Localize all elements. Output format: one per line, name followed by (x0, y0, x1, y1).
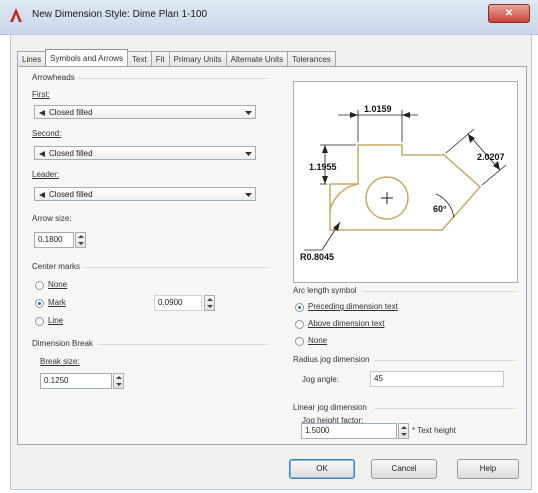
arrowhead-right-bottom-icon (493, 161, 500, 170)
dim-top-text: 1.0159 (364, 104, 392, 114)
closed-filled-arrow-icon (39, 192, 45, 198)
center-none-label: None (48, 280, 68, 289)
arc-length-heading: Arc length symbol (293, 286, 357, 295)
first-arrow-label: First: (32, 90, 50, 99)
leader-arrow-value: Closed filled (49, 190, 93, 199)
dim-right-text: 2.0207 (477, 152, 505, 162)
extension-line-right-bottom (481, 164, 507, 186)
spin-down-icon (207, 305, 213, 308)
spin-up-icon (116, 376, 122, 379)
tab-panel: Arrowheads First: Closed filled Second: … (17, 66, 527, 445)
arrowhead-top-right-icon (402, 112, 410, 118)
center-marks-heading: Center marks (32, 262, 81, 271)
arrowhead-right-top-icon (468, 134, 475, 143)
help-button[interactable]: Help (457, 459, 519, 479)
tab-alternate-units[interactable]: Alternate Units (225, 51, 289, 67)
text-height-suffix: * Text height (412, 426, 456, 435)
arc-above-radio[interactable] (295, 320, 304, 329)
arc-none-radio[interactable] (295, 337, 304, 346)
part-fillet (329, 183, 359, 211)
arrowhead-left-bottom-icon (322, 176, 328, 184)
spin-down-icon (78, 242, 84, 245)
arc-preceding-radio[interactable] (295, 303, 304, 312)
second-arrow-select[interactable]: Closed filled (34, 146, 256, 160)
autocad-logo-icon (10, 8, 22, 22)
center-line-label: Line (48, 316, 64, 325)
center-mark-label: Mark (48, 298, 66, 307)
leader-arrow-label: Leader: (32, 170, 60, 179)
arc-preceding-label: Preceding dimension text (308, 302, 398, 311)
closed-filled-arrow-icon (39, 151, 45, 157)
break-size-spinner[interactable] (113, 373, 124, 389)
spin-up-icon (207, 298, 213, 301)
close-button[interactable]: ✕ (488, 4, 530, 23)
second-arrow-label: Second: (32, 129, 62, 138)
chevron-down-icon (245, 111, 252, 115)
arrowhead-left-top-icon (322, 145, 328, 153)
linear-jog-divider (374, 408, 516, 409)
spin-up-icon (401, 426, 407, 429)
center-none-radio[interactable] (35, 281, 44, 290)
linear-jog-heading: Linear jog dimension (293, 403, 367, 412)
cancel-button[interactable]: Cancel (371, 459, 437, 479)
dialog-body: Lines Symbols and Arrows Text Fit Primar… (10, 34, 532, 490)
jog-height-spinner[interactable] (398, 423, 409, 439)
spin-down-icon (116, 383, 122, 386)
spin-down-icon (401, 433, 407, 436)
spin-up-icon (78, 235, 84, 238)
center-mark-size-spinner[interactable] (204, 295, 215, 311)
radius-jog-heading: Radius jog dimension (293, 355, 370, 364)
center-mark-size-input[interactable]: 0.0900 (154, 295, 202, 311)
dim-left-text: 1.1955 (309, 162, 337, 172)
dialog-window: New Dimension Style: Dime Plan 1-100 ✕ L… (0, 0, 538, 493)
center-mark-radio[interactable] (35, 299, 44, 308)
dimension-break-heading: Dimension Break (32, 339, 93, 348)
first-arrow-value: Closed filled (49, 108, 93, 117)
jog-height-input[interactable]: 1.5000 (301, 423, 397, 439)
break-size-label: Break size: (40, 357, 80, 366)
preview-drawing: 1.0159 1.1955 2.0207 60° R0.8045 (300, 104, 507, 262)
arrow-size-label: Arrow size: (32, 214, 72, 223)
tab-text[interactable]: Text (127, 51, 152, 67)
dim-angle-text: 60° (433, 204, 447, 214)
dimension-break-divider (98, 344, 268, 345)
closed-filled-arrow-icon (39, 110, 45, 116)
jog-angle-input[interactable]: 45 (370, 371, 504, 387)
radius-jog-divider (374, 360, 516, 361)
arc-above-label: Above dimension text (308, 319, 385, 328)
leader-arrow-select[interactable]: Closed filled (34, 187, 256, 201)
chevron-down-icon (245, 193, 252, 197)
arrow-size-input[interactable]: 0.1800 (34, 232, 74, 248)
center-line-radio[interactable] (35, 317, 44, 326)
title-bar[interactable]: New Dimension Style: Dime Plan 1-100 ✕ (0, 0, 538, 35)
arc-length-divider (362, 291, 516, 292)
arc-none-label: None (308, 336, 328, 345)
ok-button[interactable]: OK (289, 459, 355, 479)
tab-strip: Lines Symbols and Arrows Text Fit Primar… (17, 49, 336, 68)
arrow-size-spinner[interactable] (75, 232, 86, 248)
tab-primary-units[interactable]: Primary Units (168, 51, 227, 67)
arrowheads-heading: Arrowheads (32, 73, 75, 82)
break-size-input[interactable]: 0.1250 (40, 373, 112, 389)
center-marks-divider (84, 267, 268, 268)
arrowheads-divider (78, 78, 268, 79)
tab-tolerances[interactable]: Tolerances (287, 51, 336, 67)
dimension-preview: 1.0159 1.1955 2.0207 60° R0.8045 (293, 81, 518, 283)
tab-lines[interactable]: Lines (17, 51, 47, 67)
arrowhead-top-left-icon (350, 112, 358, 118)
tab-fit[interactable]: Fit (150, 51, 170, 67)
dim-radius-text: R0.8045 (300, 252, 334, 262)
jog-angle-label: Jog angle: (302, 375, 339, 384)
window-title: New Dimension Style: Dime Plan 1-100 (32, 9, 208, 20)
chevron-down-icon (245, 152, 252, 156)
first-arrow-select[interactable]: Closed filled (34, 105, 256, 119)
second-arrow-value: Closed filled (49, 149, 93, 158)
